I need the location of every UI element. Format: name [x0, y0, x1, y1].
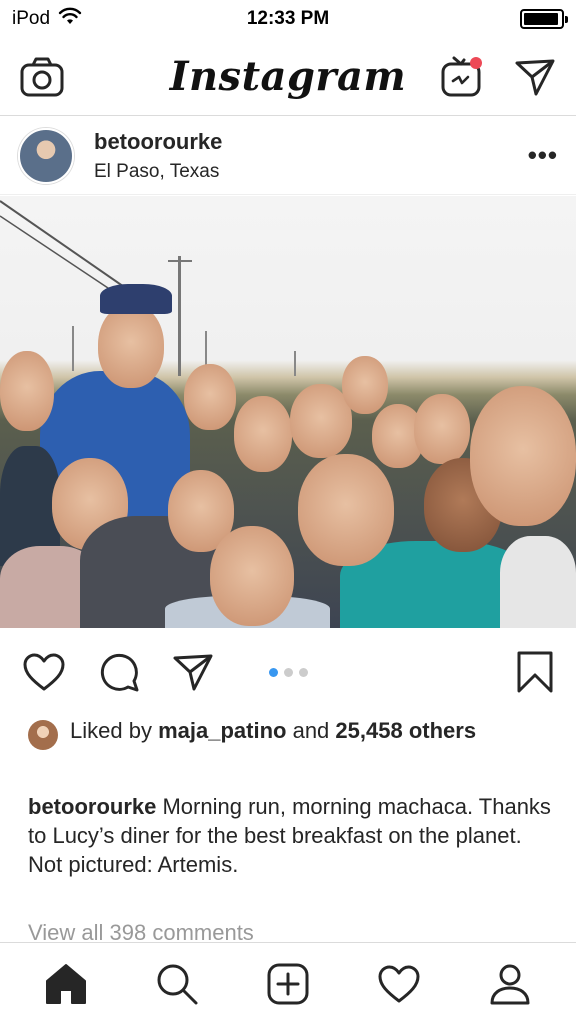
device-name: iPod: [12, 8, 51, 29]
home-icon[interactable]: [44, 962, 88, 1006]
post-header: betoorourke El Paso, Texas •••: [0, 117, 576, 195]
post-caption: betoorourke Morning run, morning machaca…: [28, 792, 558, 879]
liker-username[interactable]: maja_patino: [158, 718, 286, 743]
battery-icon: [520, 9, 568, 29]
person-cap: [100, 284, 172, 314]
status-time: 12:33 PM: [246, 8, 330, 29]
bookmark-icon[interactable]: [516, 650, 554, 694]
more-options-button[interactable]: •••: [528, 140, 558, 171]
person-face: [0, 351, 54, 431]
likes-suffix[interactable]: others: [409, 718, 476, 743]
like-heart-icon[interactable]: [22, 652, 66, 692]
person-face: [234, 396, 292, 472]
likes-text[interactable]: Liked by maja_patino and 25,458 others: [70, 716, 476, 746]
wifi-icon: [58, 7, 82, 31]
carousel-dot: [283, 667, 293, 677]
new-post-icon[interactable]: [266, 962, 310, 1006]
profile-icon[interactable]: [488, 962, 532, 1006]
post-location[interactable]: El Paso, Texas: [94, 161, 222, 183]
caption-username[interactable]: betoorourke: [28, 794, 156, 819]
person-face: [470, 386, 576, 526]
post-username[interactable]: betoorourke: [94, 129, 222, 155]
share-icon[interactable]: [172, 652, 214, 692]
camera-icon[interactable]: [20, 57, 64, 97]
likes-prefix: Liked by: [70, 718, 152, 743]
tab-bar: [0, 942, 576, 1024]
carousel-dot: [298, 667, 308, 677]
liker-avatar[interactable]: [28, 720, 58, 750]
battery-cap: [565, 16, 568, 23]
likes-count[interactable]: 25,458: [335, 718, 402, 743]
avatar[interactable]: [18, 127, 74, 184]
person-face: [98, 304, 164, 388]
person-face: [342, 356, 388, 414]
search-icon[interactable]: [155, 962, 199, 1006]
igtv-badge: [470, 56, 482, 69]
person-face: [184, 364, 236, 430]
direct-message-icon[interactable]: [514, 57, 556, 97]
battery-fill: [524, 13, 559, 25]
person-face: [210, 526, 294, 626]
status-left: iPod: [12, 7, 82, 31]
comment-icon[interactable]: [98, 651, 140, 693]
post-action-bar: [0, 642, 576, 702]
activity-icon[interactable]: [377, 964, 421, 1004]
nav-bar: Instagram: [0, 38, 576, 116]
person-shirt: [500, 536, 576, 628]
person-face: [298, 454, 394, 566]
likes-connector: and: [292, 718, 330, 743]
post-actions-left: [22, 651, 214, 693]
igtv-icon[interactable]: [440, 55, 484, 99]
person-face: [414, 394, 470, 464]
carousel-dot: [268, 667, 278, 677]
likes-row: Liked by maja_patino and 25,458 others: [28, 716, 558, 750]
post-meta: betoorourke El Paso, Texas: [94, 129, 222, 183]
post-photo[interactable]: [0, 196, 576, 628]
status-bar: iPod 12:33 PM: [0, 0, 576, 38]
nav-right-actions: [440, 55, 556, 99]
